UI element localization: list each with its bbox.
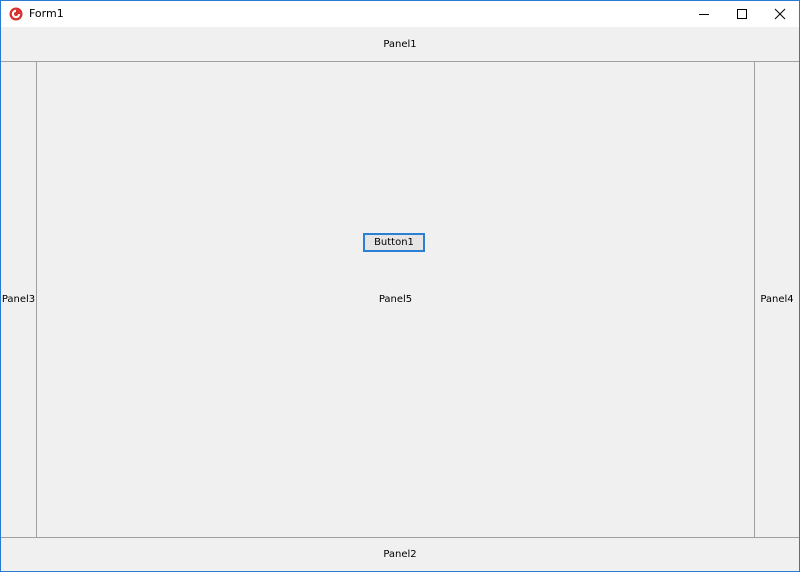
panel-left-label: Panel3 [1,294,36,305]
maximize-icon [737,9,747,19]
panel-left: Panel3 [1,62,37,537]
panel-center-label: Panel5 [378,294,413,305]
minimize-icon [699,14,709,15]
panel-top: Panel1 [1,27,799,62]
window-title: Form1 [29,7,64,20]
panel-right-label: Panel4 [760,294,794,305]
maximize-button[interactable] [723,1,761,27]
panel-bottom: Panel2 [1,537,799,571]
panel-center: Panel5 [37,62,754,537]
panel-right: Panel4 [754,62,799,537]
close-button[interactable] [761,1,799,27]
button1[interactable]: Button1 [363,233,425,252]
form-window: Form1 Panel1 Panel3 Panel5 Panel4 Panel2… [0,0,800,572]
minimize-button[interactable] [685,1,723,27]
title-bar[interactable]: Form1 [1,1,799,27]
panel-bottom-label: Panel2 [383,549,417,560]
close-icon [774,8,786,20]
panel-top-label: Panel1 [383,38,417,50]
delphi-app-icon [9,7,23,21]
